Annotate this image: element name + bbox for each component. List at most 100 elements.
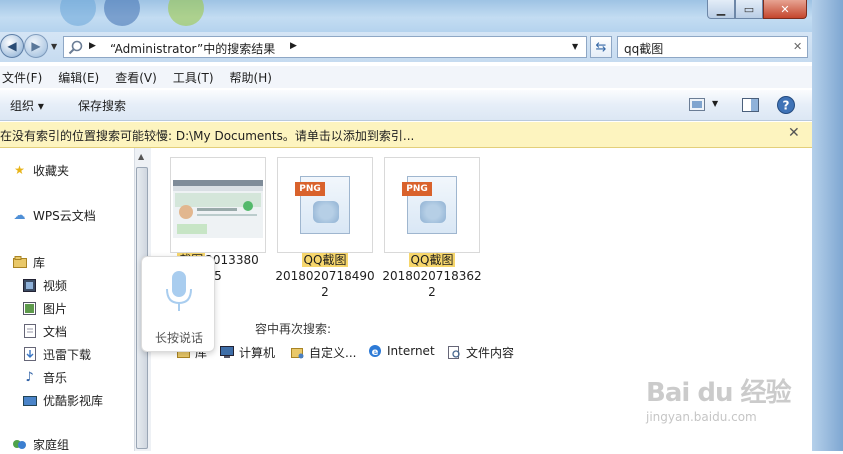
info-bar-close-icon[interactable]: ✕ <box>788 125 800 141</box>
menu-view[interactable]: 查看(V) <box>115 69 157 86</box>
desktop-icon <box>104 0 140 26</box>
screenshot-thumbnail <box>173 180 263 238</box>
desktop-icon <box>168 0 204 26</box>
menu-help[interactable]: 帮助(H) <box>230 69 272 86</box>
arrow-right-icon: ▶ <box>31 39 41 53</box>
file-name[interactable]: QQ截图 2018020718362 2 <box>377 252 487 300</box>
nav-item-label: WPS云文档 <box>33 208 96 223</box>
puzzle-icon <box>313 201 339 223</box>
baidu-watermark: Bai du 经验 jingyan.baidu.com <box>640 366 810 436</box>
nav-item-label: 收藏夹 <box>33 163 70 178</box>
file-item[interactable]: PNG <box>277 157 373 253</box>
picture-icon <box>22 301 37 315</box>
search-again-label: Internet <box>387 344 435 358</box>
computer-icon <box>220 346 234 360</box>
search-again-label: 计算机 <box>239 346 276 360</box>
nav-item-youku-library[interactable]: 优酷影视库 <box>22 390 103 410</box>
forward-button[interactable]: ▶ <box>24 34 48 58</box>
desktop-icons-bleed <box>60 0 210 26</box>
scroll-up-icon[interactable]: ▲ <box>138 152 144 161</box>
menu-tools[interactable]: 工具(T) <box>173 69 214 86</box>
menu-edit[interactable]: 编辑(E) <box>58 69 99 86</box>
caption-buttons: ▁ ▭ ✕ <box>707 0 807 20</box>
file-content-icon <box>447 345 461 360</box>
refresh-button[interactable]: ⇆ <box>590 36 612 58</box>
search-input[interactable]: qq截图 <box>624 40 663 57</box>
clear-search-icon[interactable]: ✕ <box>793 40 802 53</box>
address-dropdown-icon[interactable]: ▼ <box>572 42 578 51</box>
menu-bar: 文件(F) 编辑(E) 查看(V) 工具(T) 帮助(H) <box>0 66 812 88</box>
nav-item-pictures[interactable]: 图片 <box>22 298 67 318</box>
nav-item-label: 文档 <box>43 324 68 339</box>
maximize-button[interactable]: ▭ <box>735 0 763 19</box>
address-path[interactable]: “Administrator”中的搜索结果 <box>110 40 275 57</box>
file-name-text: 2 <box>428 285 436 299</box>
nav-item-wps-cloud[interactable]: ☁ WPS云文档 <box>12 205 96 225</box>
nav-item-music[interactable]: ♪ 音乐 <box>22 367 67 387</box>
search-highlight: QQ截图 <box>301 253 349 267</box>
folder-icon <box>290 346 304 360</box>
file-name[interactable]: QQ截图 2018020718490 2 <box>270 252 380 300</box>
file-item[interactable]: PNG <box>384 157 480 253</box>
search-again-internet[interactable]: e Internet <box>368 344 435 358</box>
png-badge: PNG <box>295 182 325 196</box>
nav-item-documents[interactable]: 文档 <box>22 321 67 341</box>
breadcrumb-chevron-icon[interactable]: ▶ <box>89 41 96 51</box>
document-icon <box>22 324 37 338</box>
watermark-logo: Bai du 经验 <box>646 378 791 408</box>
internet-icon: e <box>368 344 382 358</box>
minimize-button[interactable]: ▁ <box>707 0 735 19</box>
refresh-icon: ⇆ <box>595 39 607 55</box>
info-bar[interactable]: 在没有索引的位置搜索可能较慢: D:\My Documents。请单击以添加到索… <box>0 122 812 148</box>
search-icon <box>68 40 83 55</box>
microphone-icon <box>166 271 192 311</box>
file-item[interactable] <box>170 157 266 253</box>
help-icon[interactable]: ? <box>777 96 795 114</box>
search-again-custom[interactable]: 自定义... <box>290 344 356 361</box>
search-highlight: QQ截图 <box>408 253 456 267</box>
nav-item-label: 优酷影视库 <box>43 393 104 408</box>
file-name-text: 2 <box>321 285 329 299</box>
info-bar-text[interactable]: 在没有索引的位置搜索可能较慢: D:\My Documents。请单击以添加到索… <box>0 127 414 144</box>
change-view-icon[interactable] <box>689 98 705 111</box>
puzzle-icon <box>420 201 446 223</box>
close-window-button[interactable]: ✕ <box>763 0 807 19</box>
recent-pages-chevron-icon[interactable]: ▼ <box>51 42 57 51</box>
nav-item-label: 音乐 <box>43 370 68 385</box>
cloud-icon: ☁ <box>13 208 26 222</box>
breadcrumb-chevron-icon[interactable]: ▶ <box>290 41 297 51</box>
organize-button[interactable]: 组织 ▾ <box>10 97 44 114</box>
search-box[interactable]: qq截图 ✕ <box>617 36 808 58</box>
homegroup-icon <box>12 437 27 451</box>
search-again-label: 自定义... <box>309 346 357 360</box>
menu-file[interactable]: 文件(F) <box>2 69 42 86</box>
nav-item-label: 家庭组 <box>33 437 70 452</box>
file-name-text: 5 <box>214 269 222 283</box>
preview-pane-icon[interactable] <box>742 98 759 112</box>
nav-item-label: 图片 <box>43 301 68 316</box>
music-icon: ♪ <box>25 369 34 385</box>
save-search-button[interactable]: 保存搜索 <box>78 97 126 114</box>
nav-item-library[interactable]: 库 <box>12 252 45 272</box>
command-bar: 组织 ▾ 保存搜索 ▼ ? <box>0 90 812 121</box>
nav-item-homegroup[interactable]: 家庭组 <box>12 434 69 454</box>
png-file-icon: PNG <box>295 176 350 234</box>
title-bar: ▁ ▭ ✕ <box>0 0 843 32</box>
svg-text:?: ? <box>783 99 790 113</box>
png-badge: PNG <box>402 182 432 196</box>
video-library-icon <box>22 393 37 407</box>
voice-input-popup[interactable]: 长按说话 <box>141 256 215 352</box>
library-icon <box>12 255 27 269</box>
search-again-file-contents[interactable]: 文件内容 <box>447 344 514 361</box>
desktop-background <box>812 0 843 451</box>
nav-item-thunder-downloads[interactable]: 迅雷下载 <box>22 344 91 364</box>
nav-item-label: 库 <box>33 255 46 270</box>
address-bar[interactable]: ▶ “Administrator”中的搜索结果 ▶ ▼ <box>63 36 587 58</box>
back-button[interactable]: ◀ <box>0 34 24 58</box>
nav-item-videos[interactable]: 视频 <box>22 275 67 295</box>
navigation-row: ◀ ▶ ▼ ▶ “Administrator”中的搜索结果 ▶ ▼ ⇆ qq截图… <box>0 32 812 62</box>
search-again-heading: 容中再次搜索: <box>255 322 332 336</box>
view-options-dropdown-icon[interactable]: ▼ <box>712 99 718 108</box>
search-again-computer[interactable]: 计算机 <box>220 344 275 361</box>
nav-item-favorites[interactable]: ★ 收藏夹 <box>12 160 69 180</box>
